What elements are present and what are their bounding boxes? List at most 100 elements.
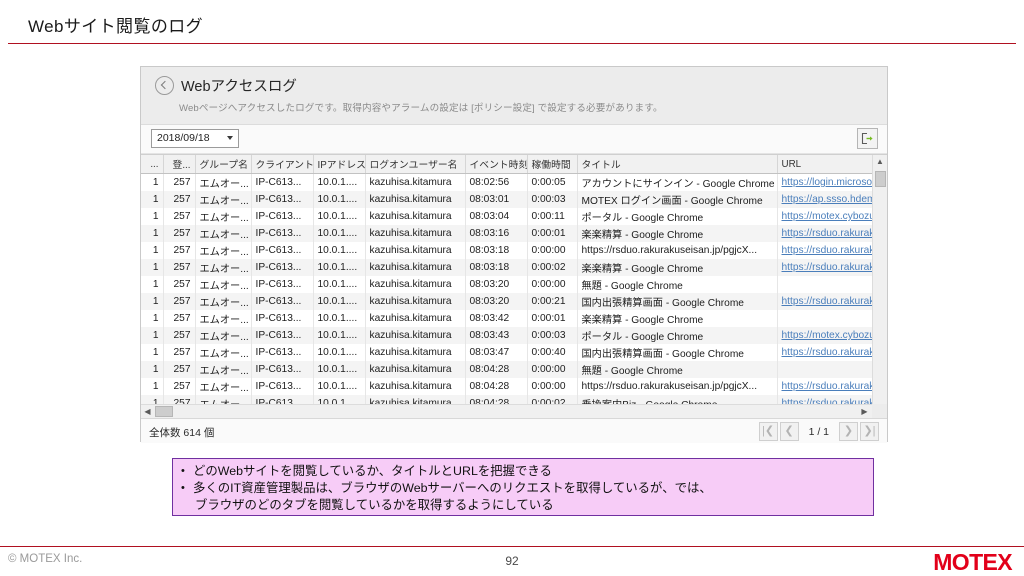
url-link[interactable]: https://rsduo.rakurak: [782, 381, 875, 392]
date-select[interactable]: 2018/09/18: [151, 129, 239, 148]
table-row[interactable]: 1257エムオー...IP-C613...10.0.1....kazuhisa.…: [141, 361, 883, 378]
hscroll-thumb[interactable]: [155, 406, 173, 417]
column-header-c3[interactable]: クライアント名: [251, 155, 314, 174]
cell-c3: IP-C613...: [251, 208, 314, 225]
cell-c8: 国内出張精算画面 - Google Chrome: [577, 293, 778, 310]
cell-c7: 0:00:21: [527, 293, 578, 310]
cell-c8: 無題 - Google Chrome: [577, 276, 778, 293]
callout-bullet-line: どのWebサイトを閲覧しているか、タイトルとURLを把握できる: [193, 464, 552, 478]
table-row[interactable]: 1257エムオー...IP-C613...10.0.1....kazuhisa.…: [141, 378, 883, 395]
cell-c1: 257: [163, 310, 196, 327]
cell-c1: 257: [163, 173, 196, 191]
chevron-right-icon[interactable]: ▶: [858, 405, 871, 418]
table-row[interactable]: 1257エムオー...IP-C613...10.0.1....kazuhisa.…: [141, 293, 883, 310]
url-link[interactable]: https://rsduo.rakurak: [782, 347, 875, 358]
callout-bullet-line: ブラウザのどのタブを閲覧しているかを取得するようにしている: [195, 498, 554, 512]
cell-c4: 10.0.1....: [313, 208, 366, 225]
cell-c4: 10.0.1....: [313, 344, 366, 361]
column-header-c7[interactable]: 稼働時間: [527, 155, 578, 174]
cell-c7: 0:00:01: [527, 310, 578, 327]
column-header-c1[interactable]: 登...: [163, 155, 196, 174]
cell-c2: エムオー...: [195, 225, 252, 242]
column-header-c9[interactable]: URL: [777, 155, 882, 174]
table-row[interactable]: 1257エムオー...IP-C613...10.0.1....kazuhisa.…: [141, 310, 883, 327]
cell-c5: kazuhisa.kitamura: [365, 361, 466, 378]
cell-c3: IP-C613...: [251, 242, 314, 259]
cell-c7: 0:00:00: [527, 378, 578, 395]
cell-c6: 08:04:28: [465, 378, 528, 395]
table-row[interactable]: 1257エムオー...IP-C613...10.0.1....kazuhisa.…: [141, 242, 883, 259]
page-next-icon[interactable]: ❯: [839, 422, 858, 441]
page-indicator: 1 / 1: [808, 425, 829, 438]
table-header-row: ...登...グループ名クライアント名IPアドレスログオンユーザー名イベント時刻…: [141, 155, 882, 174]
url-link[interactable]: https://ap.ssso.hdem: [782, 194, 876, 205]
column-header-c6[interactable]: イベント時刻: [465, 155, 528, 174]
column-header-c5[interactable]: ログオンユーザー名: [365, 155, 466, 174]
cell-c6: 08:03:42: [465, 310, 528, 327]
chevron-left-icon[interactable]: ◀: [141, 405, 154, 418]
cell-c4: 10.0.1....: [313, 361, 366, 378]
column-header-c2[interactable]: グループ名: [195, 155, 252, 174]
cell-c1: 257: [163, 259, 196, 276]
page-prev-icon[interactable]: ❮: [779, 422, 799, 441]
cell-c3: IP-C613...: [251, 191, 314, 208]
vertical-scrollbar[interactable]: ▲ ▼: [872, 155, 887, 419]
callout-bullet: どのWebサイトを閲覧しているか、タイトルとURLを把握できる: [179, 463, 865, 480]
url-link[interactable]: https://rsduo.rakurak: [782, 296, 875, 307]
cell-c4: 10.0.1....: [313, 293, 366, 310]
table-row[interactable]: 1257エムオー...IP-C613...10.0.1....kazuhisa.…: [141, 225, 883, 242]
table-row[interactable]: 1257エムオー...IP-C613...10.0.1....kazuhisa.…: [141, 208, 883, 225]
chevron-up-icon[interactable]: ▲: [873, 155, 887, 169]
column-header-c0[interactable]: ...: [141, 155, 164, 174]
cell-c6: 08:03:20: [465, 293, 528, 310]
cell-c0: 1: [141, 293, 164, 310]
cell-c7: 0:00:02: [527, 259, 578, 276]
cell-c8: ポータル - Google Chrome: [577, 208, 778, 225]
cell-c8: MOTEX ログイン画面 - Google Chrome: [577, 191, 778, 208]
table-row[interactable]: 1257エムオー...IP-C613...10.0.1....kazuhisa.…: [141, 327, 883, 344]
app-header: Webアクセスログ Webページへアクセスしたログです。取得内容やアラームの設定…: [141, 67, 887, 125]
cell-c4: 10.0.1....: [313, 173, 366, 191]
cell-c9: https://rsduo.rakurak: [777, 259, 883, 276]
table-row[interactable]: 1257エムオー...IP-C613...10.0.1....kazuhisa.…: [141, 344, 883, 361]
vscroll-thumb[interactable]: [875, 171, 886, 187]
export-button[interactable]: [857, 128, 878, 149]
page-first-icon[interactable]: |❮: [758, 422, 778, 441]
log-grid: ...登...グループ名クライアント名IPアドレスログオンユーザー名イベント時刻…: [141, 154, 887, 419]
column-header-c8[interactable]: タイトル: [577, 155, 778, 174]
footer-divider: [0, 546, 1024, 547]
table-row[interactable]: 1257エムオー...IP-C613...10.0.1....kazuhisa.…: [141, 276, 883, 293]
cell-c4: 10.0.1....: [313, 310, 366, 327]
cell-c9: [777, 361, 883, 378]
column-header-c4[interactable]: IPアドレス: [313, 155, 366, 174]
url-link[interactable]: https://rsduo.rakurak: [782, 245, 875, 256]
url-link[interactable]: https://rsduo.rakurak: [782, 262, 875, 273]
cell-c3: IP-C613...: [251, 361, 314, 378]
url-link[interactable]: https://motex.cybozu: [782, 330, 875, 341]
cell-c3: IP-C613...: [251, 344, 314, 361]
url-link[interactable]: https://login.microsof: [782, 177, 875, 188]
cell-c5: kazuhisa.kitamura: [365, 259, 466, 276]
page-last-icon[interactable]: ❯|: [860, 422, 879, 441]
cell-c6: 08:03:01: [465, 191, 528, 208]
cell-c2: エムオー...: [195, 173, 252, 191]
cell-c7: 0:00:03: [527, 327, 578, 344]
cell-c5: kazuhisa.kitamura: [365, 191, 466, 208]
cell-c4: 10.0.1....: [313, 276, 366, 293]
app-toolbar: 2018/09/18: [141, 125, 887, 154]
table-row[interactable]: 1257エムオー...IP-C613...10.0.1....kazuhisa.…: [141, 173, 883, 191]
table-row[interactable]: 1257エムオー...IP-C613...10.0.1....kazuhisa.…: [141, 191, 883, 208]
horizontal-scrollbar[interactable]: ◀ ▶: [141, 404, 887, 418]
cell-c8: https://rsduo.rakurakuseisan.jp/pgjcX...: [577, 378, 778, 395]
back-circle-icon[interactable]: [155, 76, 174, 95]
cell-c4: 10.0.1....: [313, 191, 366, 208]
pagination: |❮ ❮ 1 / 1 ❯ ❯|: [758, 422, 879, 441]
cell-c3: IP-C613...: [251, 259, 314, 276]
callout-box: どのWebサイトを閲覧しているか、タイトルとURLを把握できる多くのIT資産管理…: [172, 458, 874, 516]
cell-c6: 08:03:18: [465, 259, 528, 276]
url-link[interactable]: https://rsduo.rakurak: [782, 228, 875, 239]
table-row[interactable]: 1257エムオー...IP-C613...10.0.1....kazuhisa.…: [141, 259, 883, 276]
url-link[interactable]: https://motex.cybozu: [782, 211, 875, 222]
cell-c0: 1: [141, 225, 164, 242]
table-head: ...登...グループ名クライアント名IPアドレスログオンユーザー名イベント時刻…: [141, 155, 882, 174]
